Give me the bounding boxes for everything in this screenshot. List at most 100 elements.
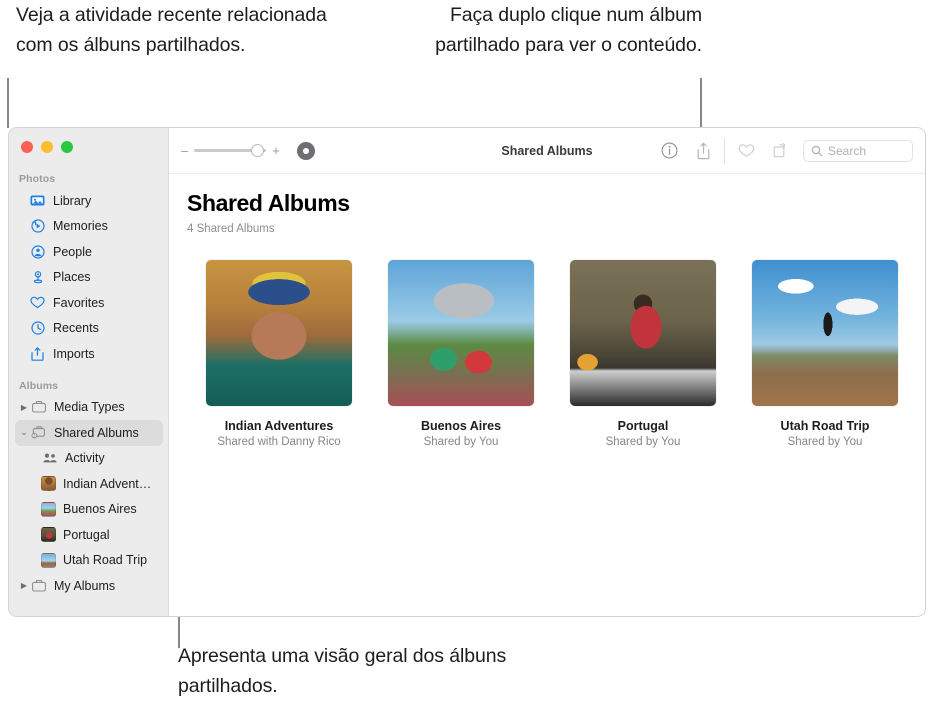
toolbar-right-group: Search [652,137,925,165]
sidebar-scroll-area: Photos Library Memories People Places Fa… [9,168,169,616]
zoom-slider-control[interactable]: – + [181,143,280,157]
zoom-in-label[interactable]: + [272,144,280,157]
album-shared-status: Shared with Danny Rico [217,436,341,448]
album-card[interactable]: Portugal Shared by You [570,260,716,448]
sidebar: Photos Library Memories People Places Fa… [9,128,169,616]
sidebar-item-label: Library [53,193,92,208]
album-card[interactable]: Indian Adventures Shared with Danny Rico [206,260,352,448]
sidebar-item-label: Activity [65,451,105,466]
sidebar-item-label: Imports [53,346,95,361]
sidebar-item-library[interactable]: Library [15,188,163,214]
album-card[interactable]: Utah Road Trip Shared by You [752,260,898,448]
sidebar-item-label: Portugal [63,527,110,542]
chevron-down-icon[interactable]: ⌄ [19,427,29,438]
album-title: Utah Road Trip [780,419,870,433]
minimize-button[interactable] [41,141,53,153]
share-icon [696,142,711,160]
sidebar-item-activity[interactable]: Activity [15,446,163,472]
sidebar-item-label: Media Types [54,400,125,415]
sidebar-item-indian-adventures[interactable]: Indian Advent… [15,471,163,497]
favorite-button[interactable] [729,137,763,165]
info-icon [661,142,678,159]
albums-grid: Indian Adventures Shared with Danny Rico… [169,235,925,448]
folder-icon [30,578,47,594]
leader-line-activity [7,78,9,128]
heart-icon [738,143,755,158]
heart-icon [29,295,46,311]
chevron-right-icon[interactable]: ▶ [19,581,29,590]
close-button[interactable] [21,141,33,153]
callout-double-click-text: Faça duplo clique num álbum partilhado p… [435,4,702,56]
page-subtitle: 4 Shared Albums [187,223,275,235]
places-icon [29,269,46,285]
album-thumbnail-icon [41,476,56,492]
activity-icon [41,450,58,466]
screenshot-stage: Veja a atividade recente relacionada com… [0,0,934,716]
sidebar-item-media-types[interactable]: ▶ Media Types [15,395,163,421]
import-icon [29,346,46,362]
sidebar-section-header-photos: Photos [19,173,56,185]
album-shared-status: Shared by You [787,436,863,448]
info-button[interactable] [652,137,686,165]
sidebar-item-shared-albums[interactable]: ⌄ Shared Albums [15,420,163,446]
sidebar-item-label: Favorites [53,295,105,310]
sidebar-item-my-albums[interactable]: ▶ My Albums [15,573,163,599]
sidebar-item-buenos-aires[interactable]: Buenos Aires [15,497,163,523]
chevron-right-icon[interactable]: ▶ [19,403,29,412]
sidebar-item-imports[interactable]: Imports [15,341,163,367]
toolbar-divider [724,137,725,164]
page-title: Shared Albums [187,190,350,216]
sidebar-item-label: Indian Advent… [63,476,152,491]
sidebar-item-label: Buenos Aires [63,502,137,517]
sidebar-item-favorites[interactable]: Favorites [15,290,163,316]
album-thumbnail-icon [41,527,56,543]
rotate-icon [772,142,789,159]
zoom-button[interactable] [61,141,73,153]
sidebar-item-utah-road-trip[interactable]: Utah Road Trip [15,548,163,574]
sidebar-item-recents[interactable]: Recents [15,316,163,342]
aspect-ratio-button[interactable] [296,141,315,160]
album-thumbnail-icon [41,552,56,568]
content-area: – + Shared Albums Search Shared Albums 4… [169,128,925,616]
sidebar-item-memories[interactable]: Memories [15,214,163,240]
window-traffic-lights [21,141,73,153]
sidebar-item-label: Places [53,270,91,285]
page-header: Shared Albums 4 Shared Albums [169,174,925,235]
aspect-ratio-icon [302,147,309,154]
share-button[interactable] [686,137,720,165]
sidebar-item-label: Utah Road Trip [63,553,148,568]
search-input[interactable]: Search [803,139,913,162]
zoom-slider-track[interactable] [194,143,267,157]
sidebar-item-label: Memories [53,219,108,234]
sidebar-item-label: My Albums [54,578,116,593]
zoom-out-label[interactable]: – [181,144,188,157]
sidebar-item-label: Recents [53,321,99,336]
sidebar-item-label: People [53,244,92,259]
search-icon [811,145,823,157]
memories-icon [29,218,46,234]
album-title: Buenos Aires [420,419,502,433]
search-placeholder: Search [828,143,867,158]
sidebar-item-places[interactable]: Places [15,265,163,291]
photos-window: Photos Library Memories People Places Fa… [8,127,926,617]
callout-overview-text: Apresenta uma visão geral dos álbuns par… [178,645,507,697]
people-icon [29,244,46,260]
sidebar-item-people[interactable]: People [15,239,163,265]
album-title: Portugal [617,419,669,433]
album-cover-image[interactable] [388,260,534,406]
clock-icon [29,320,46,336]
sidebar-section-header-albums: Albums [19,379,59,392]
album-title: Indian Adventures [224,419,334,433]
sidebar-item-portugal[interactable]: Portugal [15,522,163,548]
album-card[interactable]: Buenos Aires Shared by You [388,260,534,448]
album-cover-image[interactable] [752,260,898,406]
album-thumbnail-icon [41,501,56,517]
album-cover-image[interactable] [570,260,716,406]
callout-activity-text: Veja a atividade recente relacionada com… [16,4,327,56]
sidebar-item-label: Shared Albums [54,425,139,440]
folder-icon [30,399,47,415]
album-cover-image[interactable] [206,260,352,406]
zoom-slider-thumb[interactable] [251,143,265,157]
library-icon [29,193,46,209]
rotate-button[interactable] [763,137,797,165]
